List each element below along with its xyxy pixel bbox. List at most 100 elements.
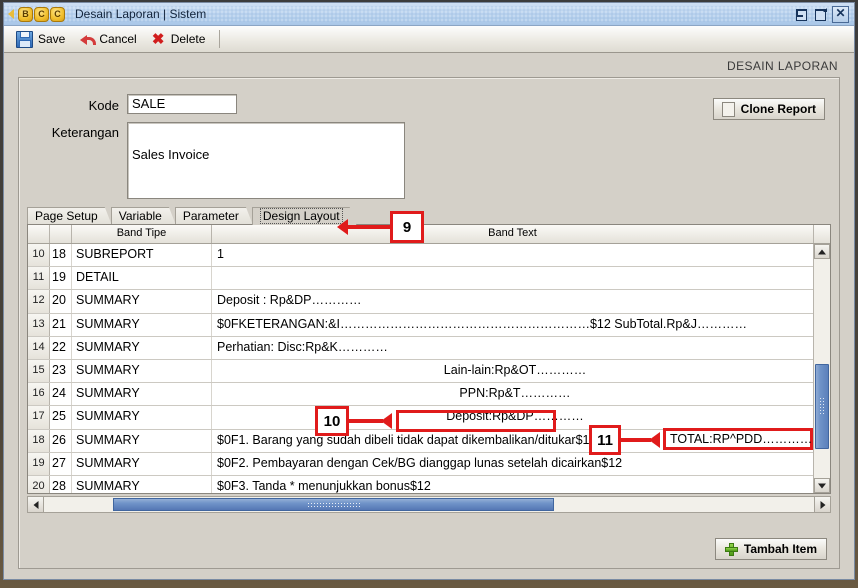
undo-arrow-icon — [79, 32, 97, 47]
row-index-cell[interactable]: 19 — [50, 267, 72, 290]
clone-report-button[interactable]: Clone Report — [712, 98, 825, 120]
band-text-cell[interactable]: $0F2. Pembayaran dengan Cek/BG dianggap … — [212, 453, 813, 475]
table-row[interactable]: 12 20 SUMMARY Deposit : Rp&DP………… — [28, 290, 813, 314]
vertical-scroll-thumb[interactable] — [815, 364, 829, 450]
grid-horizontal-scrollbar[interactable] — [27, 496, 831, 513]
scroll-down-button[interactable] — [814, 478, 830, 493]
band-tipe-cell[interactable]: SUMMARY — [72, 383, 212, 406]
band-tipe-cell[interactable]: SUMMARY — [72, 406, 212, 429]
delete-button-label: Delete — [170, 32, 206, 46]
grid-header-rownum[interactable] — [28, 225, 50, 243]
horizontal-scroll-thumb[interactable] — [113, 498, 555, 511]
row-number[interactable]: 13 — [28, 313, 50, 336]
table-row[interactable]: 16 24 SUMMARY PPN:Rp&T………… — [28, 383, 813, 407]
row-index-cell[interactable]: 27 — [50, 452, 72, 475]
band-text-cell[interactable]: $0F3. Tanda * menunjukkan bonus$12 — [212, 476, 813, 493]
chevron-right-icon — [820, 500, 825, 509]
grid-header-band-tipe[interactable]: Band Tipe — [72, 225, 212, 243]
window-controls: ✕ — [794, 5, 852, 23]
maximize-button[interactable] — [813, 7, 828, 22]
table-row[interactable]: 10 18 SUBREPORT 1 — [28, 244, 813, 268]
restore-button[interactable] — [794, 7, 809, 22]
row-number[interactable]: 18 — [28, 429, 50, 452]
table-row[interactable]: 20 28 SUMMARY $0F3. Tanda * menunjukkan bon… — [28, 475, 813, 493]
band-text-cell[interactable] — [212, 267, 813, 289]
title-bar: B C C Desain Laporan | Sistem ✕ — [4, 3, 854, 26]
tab-variable[interactable]: Variable — [111, 207, 176, 225]
band-text-cell[interactable]: $0FKETERANGAN:&I……………………………………………………$12 … — [212, 314, 813, 336]
tab-parameter[interactable]: Parameter — [175, 207, 253, 225]
scroll-right-button[interactable] — [814, 497, 830, 512]
row-index-cell[interactable]: 21 — [50, 313, 72, 336]
band-tipe-cell[interactable]: SUMMARY — [72, 336, 212, 359]
band-tipe-cell[interactable]: DETAIL — [72, 267, 212, 290]
tambah-item-button[interactable]: Tambah Item — [714, 538, 827, 560]
grid-header-band-text[interactable]: Band Text — [212, 225, 814, 243]
vertical-scroll-track[interactable] — [814, 259, 830, 478]
band-text-cell[interactable]: Perhatian: Disc:Rp&K………… — [212, 337, 813, 359]
cancel-button[interactable]: Cancel — [75, 30, 146, 49]
tab-design-layout-label: Design Layout — [260, 208, 343, 224]
annotation-11-line — [621, 438, 651, 442]
row-number[interactable]: 11 — [28, 267, 50, 290]
band-tipe-cell[interactable]: SUMMARY — [72, 359, 212, 383]
row-index-cell[interactable]: 23 — [50, 359, 72, 383]
keterangan-label: Keterangan — [51, 125, 119, 140]
grid-header-corner — [814, 225, 830, 243]
row-number[interactable]: 20 — [28, 475, 50, 493]
band-tipe-cell[interactable]: SUMMARY — [72, 290, 212, 313]
horizontal-scroll-track[interactable] — [44, 497, 814, 512]
row-number[interactable]: 16 — [28, 383, 50, 406]
scroll-left-button[interactable] — [28, 497, 44, 512]
row-number[interactable]: 19 — [28, 452, 50, 475]
keterangan-input[interactable]: Sales Invoice — [127, 122, 405, 199]
kode-input[interactable]: SALE — [127, 94, 237, 114]
delete-x-icon: ✖ — [151, 30, 165, 48]
row-number[interactable]: 12 — [28, 290, 50, 313]
logo-letter-c1: C — [34, 6, 49, 22]
band-tipe-cell[interactable]: SUBREPORT — [72, 244, 212, 267]
close-button[interactable]: ✕ — [832, 5, 849, 23]
grid-vertical-scrollbar[interactable] — [813, 244, 830, 493]
row-index-cell[interactable]: 28 — [50, 475, 72, 493]
tambah-item-label: Tambah Item — [743, 542, 817, 556]
save-button[interactable]: Save — [12, 29, 75, 50]
application-window: B C C Desain Laporan | Sistem ✕ Save Can… — [3, 2, 855, 580]
row-number[interactable]: 15 — [28, 359, 50, 383]
band-tipe-cell[interactable]: SUMMARY — [72, 452, 212, 475]
row-number[interactable]: 17 — [28, 406, 50, 429]
row-index-cell[interactable]: 22 — [50, 336, 72, 359]
table-row[interactable]: 14 22 SUMMARY Perhatian: Disc:Rp&K………… — [28, 336, 813, 360]
grid-header-index[interactable] — [50, 225, 72, 243]
row-index-cell[interactable]: 18 — [50, 244, 72, 267]
row-number[interactable]: 14 — [28, 336, 50, 359]
table-row[interactable]: 19 27 SUMMARY $0F2. Pembayaran dengan Cek/B… — [28, 452, 813, 476]
delete-button[interactable]: ✖ Delete — [147, 30, 216, 49]
tab-variable-label: Variable — [118, 209, 162, 223]
scroll-up-button[interactable] — [814, 244, 830, 259]
chevron-left-icon — [33, 500, 38, 509]
table-row[interactable]: 13 21 SUMMARY $0FKETERANGAN:&I…………………………………… — [28, 313, 813, 337]
tab-page-setup[interactable]: Page Setup — [27, 207, 112, 225]
table-row[interactable]: 15 23 SUMMARY Lain-lain:Rp&OT………… — [28, 359, 813, 384]
table-row[interactable]: 11 19 DETAIL — [28, 267, 813, 291]
band-tipe-cell[interactable]: SUMMARY — [72, 313, 212, 336]
logo-letter-c2: C — [50, 6, 65, 22]
row-number[interactable]: 10 — [28, 244, 50, 267]
annotation-9-arrowhead — [337, 219, 348, 235]
band-tipe-cell[interactable]: SUMMARY — [72, 475, 212, 493]
annotation-10-badge: 10 — [315, 406, 349, 436]
annotation-10-arrowhead — [381, 413, 392, 429]
band-text-cell[interactable]: Lain-lain:Rp&OT………… — [212, 360, 813, 382]
band-tipe-cell[interactable]: SUMMARY — [72, 429, 212, 452]
band-text-cell[interactable]: Deposit : Rp&DP………… — [212, 290, 813, 312]
row-index-cell[interactable]: 20 — [50, 290, 72, 313]
row-index-cell[interactable]: 25 — [50, 406, 72, 429]
band-text-cell[interactable]: 1 — [212, 244, 813, 266]
content-area: DESAIN LAPORAN Kode SALE Keterangan Sale… — [4, 53, 854, 579]
row-index-cell[interactable]: 24 — [50, 383, 72, 406]
total-field-text: TOTAL:RP^PDD………… — [670, 432, 813, 446]
tab-bar: Page Setup Variable Parameter Design Lay… — [27, 206, 831, 225]
row-index-cell[interactable]: 26 — [50, 429, 72, 452]
band-text-cell[interactable]: PPN:Rp&T………… — [212, 383, 813, 405]
